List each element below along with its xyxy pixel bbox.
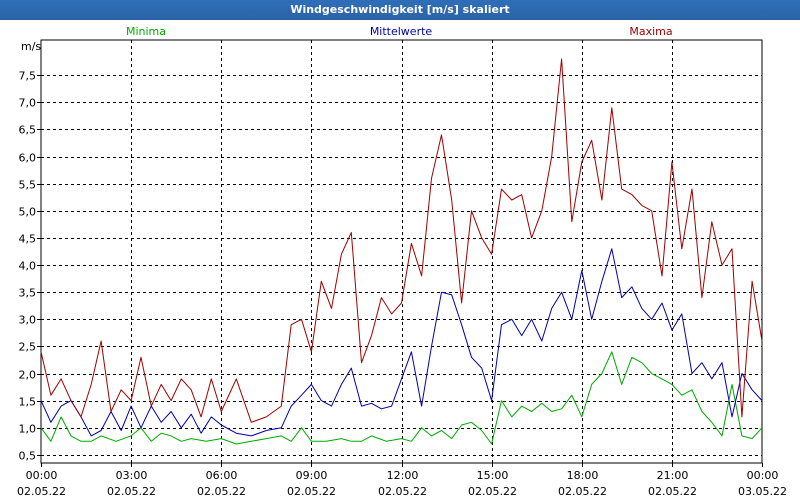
x-tick-time-label: 21:00 bbox=[657, 469, 689, 482]
x-tick-time-label: 03:00 bbox=[116, 469, 148, 482]
x-tick-date-label: 02.05.22 bbox=[17, 485, 66, 498]
x-tick-date-label: 02.05.22 bbox=[558, 485, 607, 498]
x-tick-time-label: 15:00 bbox=[477, 469, 509, 482]
chart-window: Windgeschwindigkeit [m/s] skaliert 0,5 1,… bbox=[0, 0, 800, 500]
line-chart: 0,5 1,0 1,5 2,0 2,5 3,0 3,5 4,0 4,5 5,0 5,5 6,0 6,5 7… bbox=[17, 25, 787, 498]
x-tick-time-label: 00:00 bbox=[26, 469, 58, 482]
legend-label-mittelwerte: Mittelwerte bbox=[370, 25, 433, 38]
y-tick-label: 1,0 bbox=[19, 423, 37, 436]
x-tick-date-label: 02.05.22 bbox=[197, 485, 246, 498]
legend-label-minima: Minima bbox=[126, 25, 166, 38]
x-tick-time-label: 06:00 bbox=[206, 469, 238, 482]
y-axis-label: m/s bbox=[21, 40, 41, 53]
y-tick-label: 2,0 bbox=[19, 369, 37, 382]
y-tick-label: 5,0 bbox=[19, 206, 37, 219]
y-tick-label: 3,0 bbox=[19, 314, 37, 327]
y-tick-label: 6,0 bbox=[19, 152, 37, 165]
x-tick-date-label: 02.05.22 bbox=[468, 485, 517, 498]
y-tick-label: 6,5 bbox=[19, 124, 37, 137]
x-tick-time-label: 18:00 bbox=[567, 469, 599, 482]
x-tick-date-label: 02.05.22 bbox=[648, 485, 697, 498]
y-tick-label: 1,5 bbox=[19, 396, 37, 409]
y-tick-label: 0,5 bbox=[19, 450, 37, 463]
x-tick-date-label: 02.05.22 bbox=[107, 485, 156, 498]
y-tick-label: 4,5 bbox=[19, 233, 37, 246]
y-tick-label: 7,0 bbox=[19, 97, 37, 110]
x-tick-date-label: 03.05.22 bbox=[738, 485, 787, 498]
x-tick-time-label: 00:00 bbox=[747, 469, 779, 482]
y-tick-label: 5,5 bbox=[19, 179, 37, 192]
plot-area bbox=[40, 39, 763, 464]
y-tick-label: 4,0 bbox=[19, 260, 37, 273]
y-tick-label: 7,5 bbox=[19, 70, 37, 83]
x-tick-date-label: 02.05.22 bbox=[287, 485, 336, 498]
y-tick-label: 2,5 bbox=[19, 341, 37, 354]
x-tick-time-label: 09:00 bbox=[296, 469, 328, 482]
legend-label-maxima: Maxima bbox=[629, 25, 672, 38]
y-tick-label: 3,5 bbox=[19, 287, 37, 300]
x-tick-time-label: 12:00 bbox=[387, 469, 419, 482]
x-tick-date-label: 02.05.22 bbox=[378, 485, 427, 498]
